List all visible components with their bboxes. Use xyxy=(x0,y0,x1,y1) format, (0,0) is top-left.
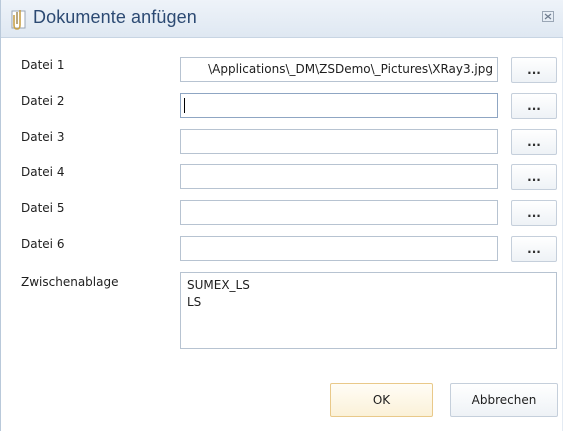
ok-button[interactable]: OK xyxy=(330,383,433,417)
file-5-label: Datei 5 xyxy=(21,201,65,215)
file-1-field[interactable]: \Applications\_DM\ZSDemo\_Pictures\XRay3… xyxy=(180,57,498,82)
clipboard-line: SUMEX_LS xyxy=(187,278,250,292)
paperclip-icon xyxy=(11,10,26,30)
clipboard-line: LS xyxy=(187,295,202,309)
file-6-label: Datei 6 xyxy=(21,237,65,251)
attach-documents-dialog: Dokumente anfügen Datei 1 \Applications\… xyxy=(0,0,563,431)
file-2-field[interactable] xyxy=(180,93,498,118)
file-3-field[interactable] xyxy=(180,129,498,154)
clipboard-textarea[interactable]: SUMEX_LS LS xyxy=(180,272,557,349)
file-3-label: Datei 3 xyxy=(21,130,65,144)
close-icon[interactable] xyxy=(542,9,558,25)
file-4-browse-button[interactable]: ... xyxy=(511,164,557,190)
file-1-browse-button[interactable]: ... xyxy=(511,57,557,83)
file-4-label: Datei 4 xyxy=(21,165,65,179)
file-1-label: Datei 1 xyxy=(21,58,65,72)
file-4-field[interactable] xyxy=(180,164,498,189)
dialog-title: Dokumente anfügen xyxy=(33,7,197,27)
file-5-browse-button[interactable]: ... xyxy=(511,200,557,226)
title-bar[interactable]: Dokumente anfügen xyxy=(1,0,563,38)
file-2-label: Datei 2 xyxy=(21,94,65,108)
file-2-browse-button[interactable]: ... xyxy=(511,93,557,119)
text-caret xyxy=(184,98,185,113)
file-1-value: \Applications\_DM\ZSDemo\_Pictures\XRay3… xyxy=(208,62,493,76)
file-3-browse-button[interactable]: ... xyxy=(511,129,557,155)
file-6-field[interactable] xyxy=(180,236,498,261)
clipboard-label: Zwischenablage xyxy=(21,275,119,289)
cancel-button[interactable]: Abbrechen xyxy=(450,383,558,417)
file-5-field[interactable] xyxy=(180,200,498,225)
file-6-browse-button[interactable]: ... xyxy=(511,236,557,262)
